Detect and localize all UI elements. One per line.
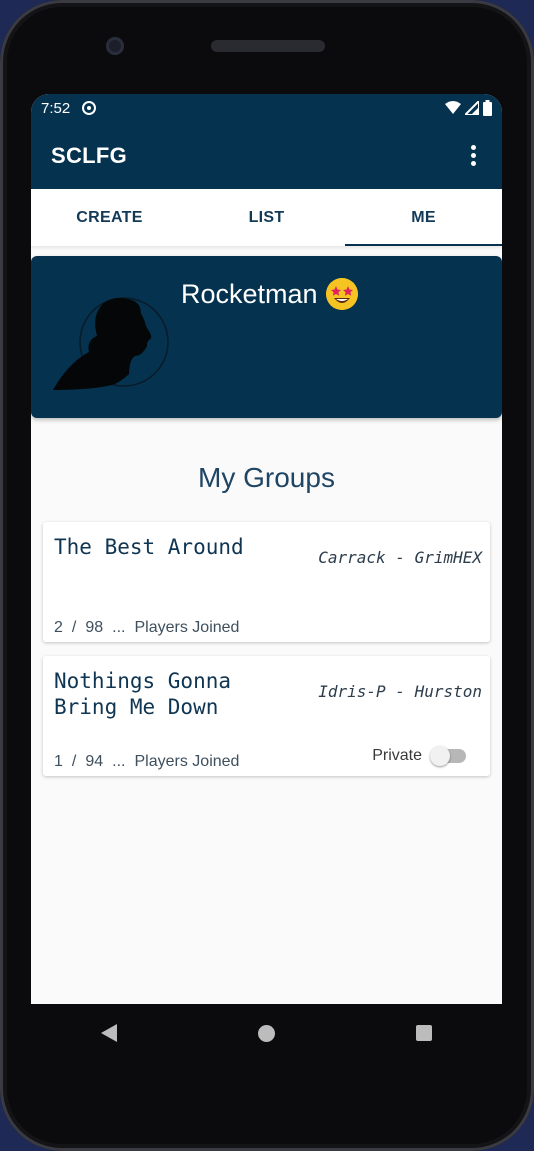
- players-ellipsis: ...: [112, 619, 126, 636]
- avatar-silhouette: [53, 297, 169, 390]
- app-title: SCLFG: [51, 142, 128, 168]
- nav-recents-icon[interactable]: [415, 1025, 432, 1041]
- system-nav-bar: [31, 1004, 502, 1062]
- group-players: 2 / 98 ... Players Joined: [54, 619, 239, 637]
- tab-list[interactable]: LIST: [188, 189, 345, 246]
- profile-username-row: Rocketman: [181, 278, 358, 310]
- status-time: 7:52: [41, 99, 71, 117]
- tab-bar: CREATE LIST ME: [31, 189, 502, 246]
- status-icons: [445, 100, 492, 116]
- players-label: Players Joined: [134, 619, 240, 636]
- star-struck-emoji: [325, 278, 358, 310]
- players-label: Players Joined: [134, 753, 240, 770]
- group-players: 1 / 94 ... Players Joined: [54, 753, 239, 771]
- group-name: Nothings Gonna Bring Me Down: [54, 669, 232, 719]
- nav-home-icon[interactable]: [257, 1024, 275, 1042]
- status-bar: 7:52: [31, 94, 502, 122]
- profile-header: Rocketman: [31, 256, 502, 418]
- private-toggle-row: Private: [372, 746, 468, 766]
- phone-frame: 7:52 SCLFG CREATE LIST ME Rocketman My G…: [0, 0, 534, 1151]
- group-name: The Best Around: [54, 535, 244, 559]
- players-separator: /: [71, 619, 77, 636]
- players-ellipsis: ...: [112, 753, 126, 770]
- private-switch[interactable]: [430, 746, 468, 766]
- earpiece-speaker: [211, 40, 325, 52]
- group-ship-location: Carrack - GrimHEX: [318, 548, 482, 567]
- players-current: 1: [54, 753, 63, 770]
- nav-back-icon[interactable]: [101, 1024, 118, 1042]
- profile-username: Rocketman: [181, 278, 318, 309]
- players-current: 2: [54, 619, 63, 636]
- front-camera: [106, 37, 124, 55]
- group-card[interactable]: Nothings Gonna Bring Me Down Idris-P - H…: [43, 656, 490, 776]
- group-ship-location: Idris-P - Hurston: [318, 682, 482, 701]
- wifi-icon: [445, 101, 461, 114]
- players-max: 94: [85, 753, 104, 770]
- section-title: My Groups: [198, 462, 335, 493]
- tab-me[interactable]: ME: [345, 189, 502, 246]
- app-bar: SCLFG: [31, 122, 502, 189]
- screen: 7:52 SCLFG CREATE LIST ME Rocketman My G…: [31, 94, 502, 1004]
- signal-icon: [465, 101, 479, 115]
- battery-icon: [483, 100, 492, 116]
- players-separator: /: [71, 753, 77, 770]
- group-card[interactable]: The Best Around Carrack - GrimHEX 2 / 98…: [43, 522, 490, 642]
- more-vert-icon[interactable]: [465, 139, 482, 172]
- sync-icon: [82, 101, 97, 115]
- players-max: 98: [85, 619, 104, 636]
- tab-create[interactable]: CREATE: [31, 189, 188, 246]
- private-label: Private: [372, 747, 422, 764]
